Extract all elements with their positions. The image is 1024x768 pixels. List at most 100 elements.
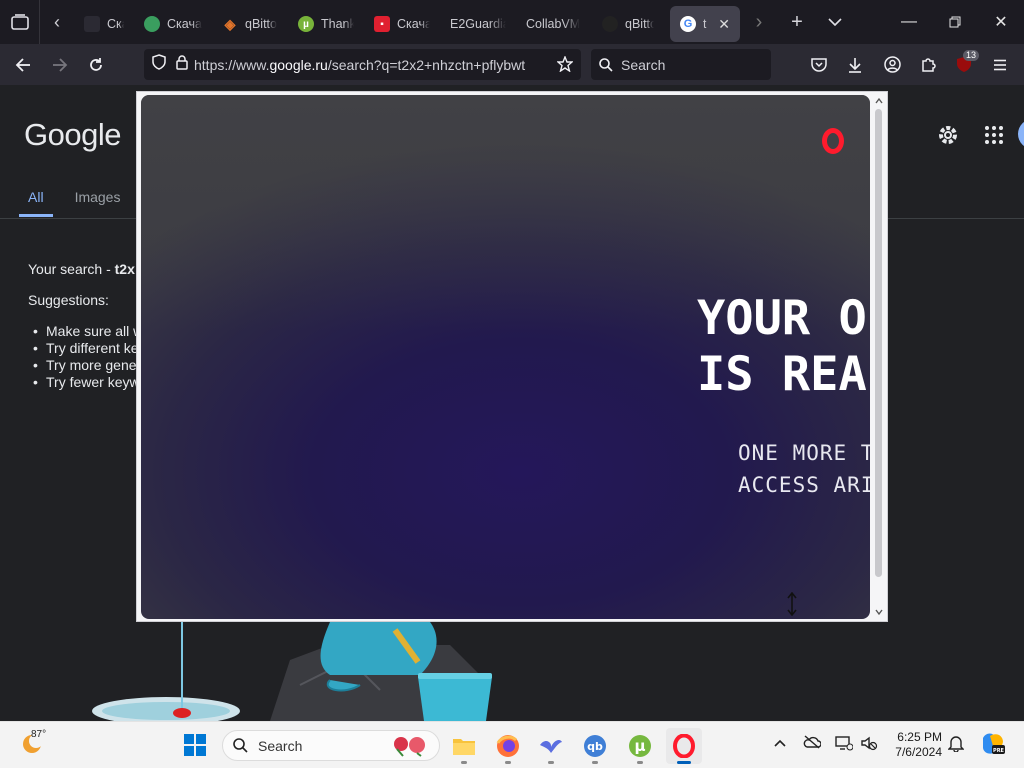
firefox-taskbar-button[interactable] (490, 728, 526, 764)
pocket-button[interactable] (801, 44, 837, 85)
weather-temperature: 87° (31, 729, 47, 740)
network-icon[interactable] (835, 735, 854, 756)
browser-navigation-bar: https://www.google.ru/search?q=t2x2+nhzc… (0, 44, 1024, 85)
ublock-button[interactable]: 13 (946, 44, 982, 85)
tab-2[interactable]: Скача (134, 6, 212, 42)
close-window-button[interactable]: ✕ (978, 0, 1024, 44)
tab-5[interactable]: ▪ Скача (364, 6, 440, 42)
chevron-down-icon (828, 18, 842, 26)
tab-title: Thank (321, 17, 354, 31)
url-prefix: https://www. (194, 56, 270, 73)
opera-icon (673, 734, 695, 758)
roses-search-highlight-icon (391, 735, 431, 760)
taskbar-search-box[interactable]: Search (222, 730, 440, 761)
restore-icon (949, 16, 961, 28)
utorrent-icon: µ (298, 16, 314, 32)
tab-active[interactable]: G t2x ✕ (670, 6, 740, 42)
svg-text:PRE: PRE (993, 748, 1005, 754)
google-favicon-icon: G (680, 16, 696, 32)
ad-headline: YOUR O IS REA (697, 291, 867, 402)
tab-6[interactable]: E2Guardia (440, 6, 516, 42)
extensions-button[interactable] (910, 44, 946, 85)
close-icon: ✕ (994, 14, 1008, 31)
list-tabs-dropdown-button[interactable] (816, 0, 854, 44)
show-hidden-icons-chevron-icon[interactable] (773, 735, 787, 753)
ad-subheadline: ONE MORE T ACCESS ARI (738, 441, 870, 497)
tab-list-icon (10, 14, 29, 30)
new-tab-button[interactable]: + (778, 0, 816, 44)
scroll-down-arrow-icon[interactable] (875, 608, 883, 616)
pocket-icon (811, 58, 827, 72)
tab-title: Скача (107, 17, 124, 31)
tab-title: t2x (703, 17, 707, 31)
bird-app-taskbar-button[interactable] (533, 728, 569, 764)
start-button[interactable] (184, 734, 206, 761)
url-domain: google.ru (269, 56, 328, 73)
account-icon (883, 56, 901, 73)
tab-7[interactable]: CollabVM (516, 6, 592, 42)
list-all-tabs-button[interactable] (0, 0, 40, 44)
onedrive-offline-icon[interactable] (803, 735, 822, 754)
plus-icon: + (791, 10, 803, 33)
downloads-button[interactable] (837, 44, 873, 85)
opera-ad-banner[interactable]: YOUR O IS REA ONE MORE T ACCESS ARI (141, 95, 870, 619)
volume-muted-icon[interactable] (860, 735, 878, 756)
notifications-bell-icon[interactable] (947, 735, 965, 757)
minimize-window-button[interactable]: — (886, 0, 932, 44)
qbittorrent-icon: qb (584, 735, 606, 757)
popup-scrollbar[interactable] (873, 95, 885, 619)
app-menu-button[interactable] (982, 44, 1018, 85)
search-icon (599, 57, 613, 72)
tab-title: qBitto (245, 17, 277, 31)
tab-1[interactable]: Скача (74, 6, 134, 42)
tracking-protection-shield-icon[interactable] (152, 54, 166, 75)
scroll-tabs-left-button[interactable]: ‹ (40, 0, 74, 44)
opera-ad-popup-window[interactable]: YOUR O IS REA ONE MORE T ACCESS ARI (136, 91, 888, 622)
arrow-left-icon (15, 57, 30, 72)
url-text[interactable]: https://www.google.ru/search?q=t2x2+nhzc… (194, 57, 534, 73)
forward-button[interactable] (42, 44, 78, 85)
tab-title: Скача (397, 17, 430, 31)
tab-8[interactable]: qBitto (592, 6, 664, 42)
active-indicator (677, 761, 691, 764)
lock-icon[interactable] (176, 54, 188, 75)
opera-taskbar-button[interactable] (666, 728, 702, 764)
running-indicator (461, 761, 467, 764)
file-explorer-taskbar-button[interactable] (446, 728, 482, 764)
system-clock[interactable]: 6:25 PM 7/6/2024 (888, 730, 942, 760)
utorrent-icon: µ (629, 735, 651, 757)
clock-time: 6:25 PM (897, 730, 942, 744)
taskbar-search-label: Search (258, 737, 303, 754)
qbittorrent-taskbar-button[interactable]: qb (577, 728, 613, 764)
tab-3[interactable]: ◈ qBitto (212, 6, 288, 42)
chevron-left-icon: ‹ (54, 11, 60, 32)
reload-button[interactable] (78, 44, 114, 85)
account-button[interactable] (874, 44, 910, 85)
tab-4[interactable]: µ Thank (288, 6, 364, 42)
search-icon (233, 738, 248, 753)
resize-cursor-icon (787, 592, 797, 616)
tab-title: Скача (167, 17, 202, 31)
scrollbar-thumb[interactable] (875, 109, 882, 577)
tab-favicon: ▪ (374, 16, 390, 32)
back-button[interactable] (5, 44, 41, 85)
clock-date: 7/6/2024 (895, 745, 942, 759)
folder-icon (453, 739, 475, 755)
running-indicator (548, 761, 554, 764)
scroll-tabs-right-button[interactable]: › (740, 0, 778, 44)
tab-title: qBitto (625, 17, 654, 31)
close-tab-icon[interactable]: ✕ (718, 16, 730, 33)
utorrent-taskbar-button[interactable]: µ (622, 728, 658, 764)
windows-logo-icon (184, 734, 206, 756)
bird-icon (540, 739, 562, 753)
browser-tab-strip: ‹ Скача Скача ◈ qBitto µ Thank ▪ Скача E… (0, 0, 1024, 44)
windows-taskbar: 87° Search qb µ 6:25 PM 7/6/2024 PRE (0, 721, 1024, 768)
minimize-icon: — (901, 13, 917, 30)
copilot-pre-icon[interactable]: PRE (980, 732, 1006, 761)
bookmark-star-icon[interactable] (556, 55, 574, 77)
address-bar[interactable]: https://www.google.ru/search?q=t2x2+nhzc… (144, 49, 581, 80)
search-bar[interactable]: Search (591, 49, 771, 80)
puzzle-icon (922, 57, 936, 72)
restore-window-button[interactable] (932, 0, 978, 44)
scroll-up-arrow-icon[interactable] (875, 97, 883, 105)
